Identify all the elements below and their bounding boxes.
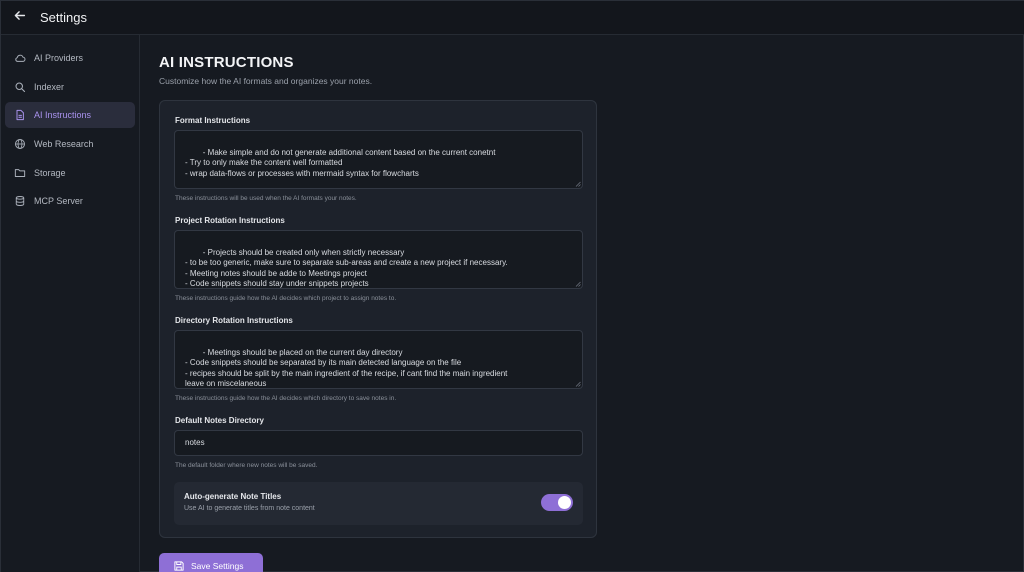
main-content: AI INSTRUCTIONS Customize how the AI for… (159, 35, 1019, 572)
sidebar-item-mcp-server[interactable]: MCP Server (5, 188, 135, 214)
instructions-card: Format Instructions - Make simple and do… (159, 100, 597, 538)
format-instructions-label: Format Instructions (175, 116, 251, 125)
resize-grip-icon[interactable] (575, 381, 581, 387)
directory-rotation-textarea[interactable]: - Meetings should be placed on the curre… (174, 330, 583, 389)
resize-grip-icon[interactable] (575, 281, 581, 287)
auto-titles-title: Auto-generate Note Titles (184, 492, 282, 501)
project-rotation-helper: These instructions guide how the AI deci… (175, 295, 397, 302)
database-icon (13, 194, 27, 208)
cloud-icon (13, 51, 27, 65)
directory-rotation-value: - Meetings should be placed on the curre… (185, 347, 508, 389)
document-icon (13, 108, 27, 122)
project-rotation-label: Project Rotation Instructions (175, 216, 285, 225)
globe-icon (13, 137, 27, 151)
default-directory-helper: The default folder where new notes will … (175, 462, 318, 469)
toggle-knob (558, 496, 571, 509)
sidebar-item-label: Storage (34, 167, 66, 178)
resize-grip-icon[interactable] (575, 181, 581, 187)
format-instructions-textarea[interactable]: - Make simple and do not generate additi… (174, 130, 583, 189)
auto-titles-description: Use AI to generate titles from note cont… (184, 505, 315, 512)
sidebar-item-label: MCP Server (34, 196, 83, 207)
search-icon (13, 80, 27, 94)
sidebar-item-label: Indexer (34, 81, 65, 92)
settings-window: Settings AI Providers Indexer AI Instruc… (0, 0, 1024, 572)
back-button[interactable] (6, 5, 32, 31)
sidebar-item-label: AI Providers (34, 53, 84, 63)
save-settings-button[interactable]: Save Settings (159, 553, 263, 572)
sidebar-item-label: Web Research (34, 139, 94, 150)
page-subtitle: Customize how the AI formats and organiz… (159, 76, 373, 86)
window-title: Settings (40, 10, 87, 25)
default-directory-input[interactable]: notes (174, 430, 583, 456)
sidebar: AI Providers Indexer AI Instructions Web… (1, 35, 140, 572)
sidebar-item-web-research[interactable]: Web Research (5, 131, 135, 157)
floppy-disk-icon (173, 560, 185, 572)
project-rotation-textarea[interactable]: - Projects should be created only when s… (174, 230, 583, 289)
sidebar-item-label: AI Instructions (34, 110, 92, 121)
project-rotation-value: - Projects should be created only when s… (185, 247, 508, 289)
page-title: AI INSTRUCTIONS (159, 54, 294, 71)
sidebar-item-storage[interactable]: Storage (5, 160, 135, 186)
sidebar-item-indexer[interactable]: Indexer (5, 74, 135, 100)
top-bar: Settings (1, 1, 1024, 35)
format-instructions-helper: These instructions will be used when the… (175, 195, 357, 202)
auto-titles-row: Auto-generate Note Titles Use AI to gene… (174, 482, 583, 525)
save-settings-label: Save Settings (191, 561, 244, 571)
format-instructions-value: - Make simple and do not generate additi… (185, 147, 496, 178)
auto-titles-toggle[interactable] (541, 494, 573, 511)
directory-rotation-label: Directory Rotation Instructions (175, 316, 293, 325)
directory-rotation-helper: These instructions guide how the AI deci… (175, 395, 397, 402)
arrow-left-icon (13, 9, 26, 27)
default-directory-label: Default Notes Directory (175, 416, 264, 425)
sidebar-item-ai-providers[interactable]: AI Providers (5, 45, 135, 71)
folder-icon (13, 166, 27, 180)
sidebar-item-ai-instructions[interactable]: AI Instructions (5, 102, 135, 129)
